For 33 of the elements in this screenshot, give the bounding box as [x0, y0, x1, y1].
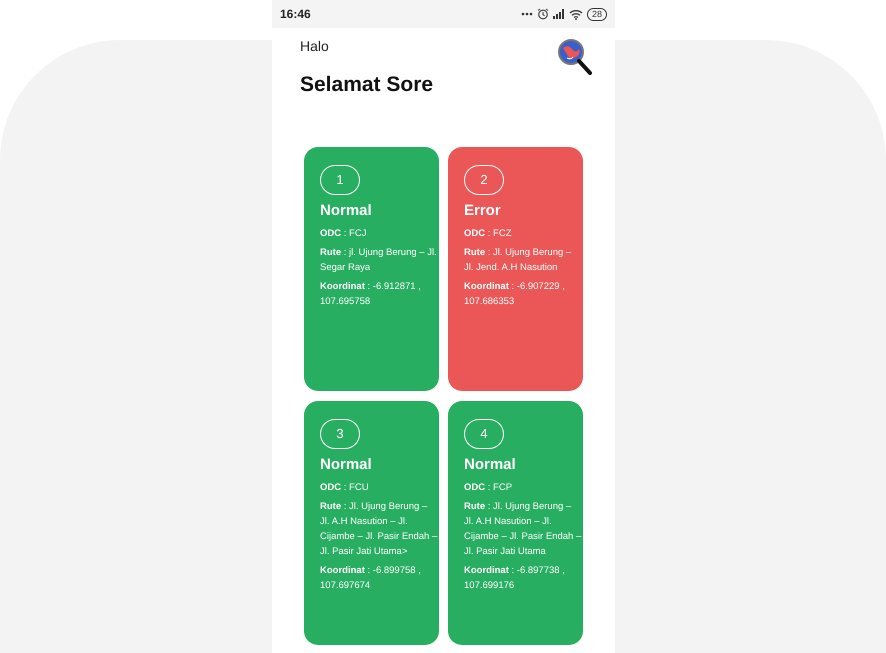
status-label: Normal — [464, 454, 516, 474]
odc-text: ODC : FCP — [464, 481, 514, 495]
status-card[interactable]: 1 Normal ODC : FCJ Rute : jl. Ujung Berung – Jl. Segar Raya Koordinat : -6.912871 , 107.695758 — [304, 146, 439, 390]
card-number: 1 — [320, 164, 360, 194]
globe-search-icon[interactable] — [557, 38, 593, 78]
status-card[interactable]: 3 Normal ODC : FCU Rute : Jl. Ujung Berung – Jl. A.H Nasution – Jl. Cijambe – Jl. Pasir Endah – Jl. Pasir Jati Utama> Koordinat : -6.899758 , 107.697674 — [304, 400, 439, 644]
odc-text: ODC : FCZ — [464, 227, 513, 241]
route-text: Rute : Jl. Ujung Berung – Jl. A.H Nasution – Jl. Cijambe – Jl. Pasir Endah – Jl. Pasir Jati Utama — [464, 500, 582, 559]
odc-text: ODC : FCU — [320, 481, 370, 495]
coordinates-text: Koordinat : -6.907229 , 107.686353 — [464, 280, 566, 309]
card-number: 3 — [320, 418, 360, 448]
card-number: 4 — [464, 418, 504, 448]
battery-icon: 28 — [586, 8, 607, 20]
status-card[interactable]: 2 Error ODC : FCZ Rute : Jl. Ujung Berung – Jl. Jend. A.H Nasution Koordinat : -6.907229 , 107.686353 — [448, 146, 583, 390]
status-label: Error — [464, 200, 501, 220]
greeting-text: Halo — [300, 37, 330, 56]
coordinates-text: Koordinat : -6.899758 , 107.697674 — [320, 564, 422, 593]
status-label: Normal — [320, 454, 372, 474]
clock: 16:46 — [280, 6, 311, 23]
signal-icon — [552, 9, 565, 19]
wifi-icon — [568, 8, 583, 20]
status-label: Normal — [320, 200, 372, 220]
coordinates-text: Koordinat : -6.912871 , 107.695758 — [320, 280, 422, 309]
coordinates-text: Koordinat : -6.897738 , 107.699176 — [464, 564, 566, 593]
card-number: 2 — [464, 164, 504, 194]
alarm-icon — [536, 8, 549, 20]
page-title: Selamat Sore — [300, 72, 434, 98]
odc-text: ODC : FCJ — [320, 227, 368, 241]
route-text: Rute : jl. Ujung Berung – Jl. Segar Raya — [320, 246, 438, 275]
route-text: Rute : Jl. Ujung Berung – Jl. Jend. A.H Nasution — [464, 246, 572, 275]
more-icon — [520, 12, 533, 16]
status-card[interactable]: 4 Normal ODC : FCP Rute : Jl. Ujung Berung – Jl. A.H Nasution – Jl. Cijambe – Jl. Pasir Endah – Jl. Pasir Jati Utama Koordinat : -6.897738 , 107.699176 — [448, 400, 583, 644]
route-text: Rute : Jl. Ujung Berung – Jl. A.H Nasution – Jl. Cijambe – Jl. Pasir Endah – Jl. Pasir Jati Utama> — [320, 500, 438, 559]
